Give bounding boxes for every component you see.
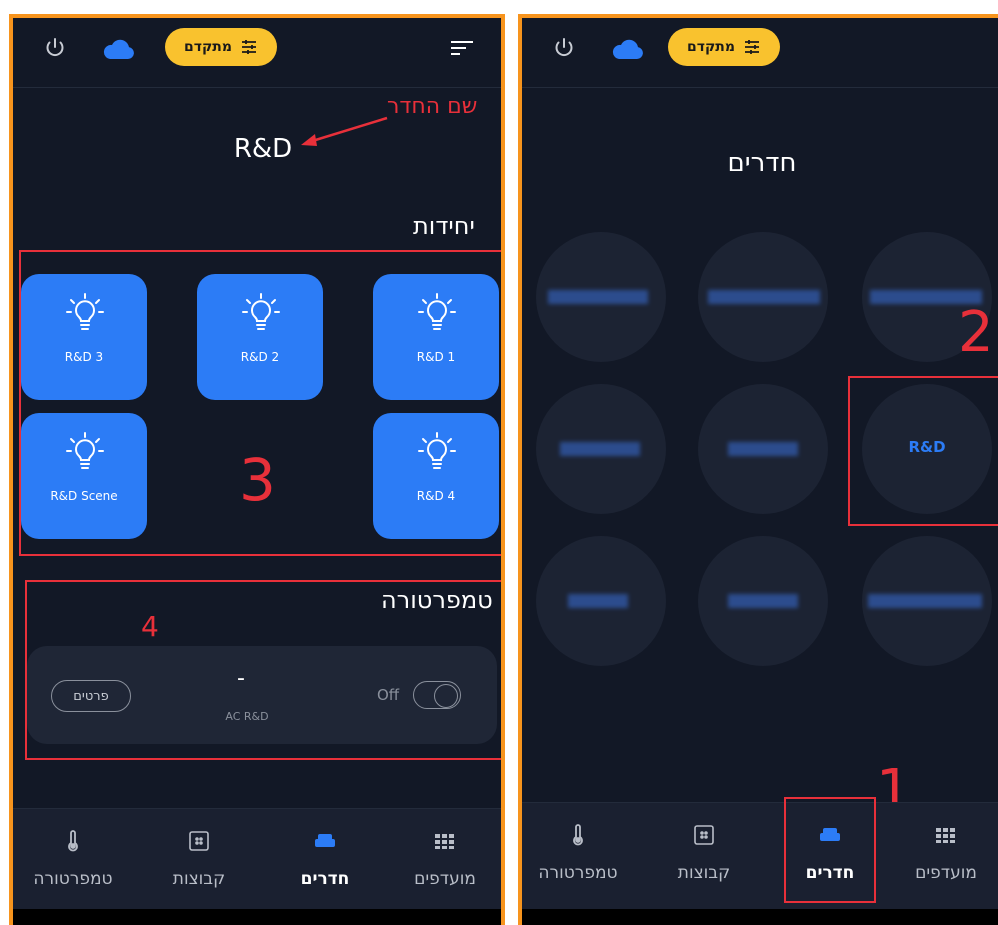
room-tile[interactable]: [698, 536, 828, 666]
ac-power-toggle[interactable]: [413, 681, 461, 709]
ac-state-label: Off: [377, 686, 400, 704]
unit-tile-rd3[interactable]: R&D 3: [21, 274, 147, 400]
nav-temperature-label: טמפרטורה: [33, 869, 113, 889]
power-icon[interactable]: [43, 36, 67, 60]
cloud-icon[interactable]: [101, 38, 135, 60]
ac-temperature-value: -: [237, 666, 245, 691]
lightbulb-icon: [418, 293, 456, 330]
advanced-label: מתקדם: [687, 39, 735, 55]
unit-label: R&D 4: [416, 489, 456, 503]
groups-icon: [694, 825, 714, 845]
lightbulb-icon: [418, 432, 456, 469]
room-tile[interactable]: [536, 384, 666, 514]
rooms-list-screen: מתקדם חדרים R&D 2 1 מועדפים חדרים קבוצות…: [518, 14, 998, 925]
advanced-label: מתקדם: [184, 39, 232, 55]
sofa-icon: [315, 834, 335, 847]
room-name-annotation: שם החדר: [387, 94, 478, 119]
sliders-icon: [744, 40, 759, 54]
nav-groups[interactable]: קבוצות: [139, 809, 259, 917]
advanced-button[interactable]: מתקדם: [668, 28, 780, 66]
nav-temperature[interactable]: טמפרטורה: [522, 803, 638, 911]
grid-icon: [435, 834, 454, 849]
unit-label: R&D 3: [64, 350, 104, 364]
nav-favorites-label: מועדפים: [915, 863, 977, 883]
lightbulb-icon: [66, 432, 104, 469]
annotation-number-4: 4: [141, 610, 159, 643]
room-tile[interactable]: [698, 384, 828, 514]
thermometer-icon: [573, 824, 583, 846]
power-icon[interactable]: [552, 36, 576, 60]
details-button[interactable]: פרטים: [51, 680, 131, 712]
unit-label: R&D 1: [416, 350, 456, 364]
room-name: R&D: [233, 134, 293, 164]
system-bar: [13, 909, 501, 925]
units-section-title: יחידות: [413, 212, 475, 240]
nav-favorites[interactable]: מועדפים: [385, 809, 501, 917]
groups-icon: [189, 831, 209, 851]
nav-favorites[interactable]: מועדפים: [886, 803, 998, 911]
nav-rooms-label: חדרים: [300, 869, 350, 889]
unit-label: R&D 2: [240, 350, 280, 364]
nav-groups[interactable]: קבוצות: [644, 803, 764, 911]
sort-menu-icon[interactable]: [451, 40, 473, 56]
top-bar: מתקדם: [13, 18, 501, 88]
nav-favorites-label: מועדפים: [414, 869, 476, 889]
thermometer-icon: [68, 830, 78, 852]
unit-tile-rd1[interactable]: R&D 1: [373, 274, 499, 400]
ac-name: AC R&D: [225, 710, 269, 723]
room-annotation-box: [848, 376, 998, 526]
nav-rooms[interactable]: חדרים: [265, 809, 385, 917]
nav-groups-label: קבוצות: [677, 863, 731, 883]
bottom-nav: מועדפים חדרים קבוצות טמפרטורה: [522, 797, 998, 911]
annotation-number-2: 2: [958, 300, 994, 365]
unit-label: R&D Scene: [50, 489, 118, 503]
room-tile[interactable]: [536, 232, 666, 362]
cloud-icon[interactable]: [610, 38, 644, 60]
nav-temperature-label: טמפרטורה: [538, 863, 618, 883]
room-tile[interactable]: [536, 536, 666, 666]
nav-groups-label: קבוצות: [172, 869, 226, 889]
annotation-number-3: 3: [239, 446, 276, 514]
unit-tile-rd-scene[interactable]: R&D Scene: [21, 413, 147, 539]
nav-temperature[interactable]: טמפרטורה: [13, 809, 133, 917]
sliders-icon: [241, 40, 256, 54]
grid-icon: [936, 828, 955, 843]
room-detail-screen: מתקדם שם החדר R&D יחידות R&D 1 R&D 2 R&D…: [9, 14, 505, 925]
lightbulb-icon: [66, 293, 104, 330]
bottom-nav: מועדפים חדרים קבוצות טמפרטורה: [13, 808, 501, 916]
temperature-section-title: טמפרטורה: [381, 586, 493, 614]
top-bar: מתקדם: [522, 18, 998, 88]
unit-tile-rd4[interactable]: R&D 4: [373, 413, 499, 539]
room-tile[interactable]: [862, 536, 992, 666]
nav-annotation-box: [784, 797, 876, 903]
lightbulb-icon: [242, 293, 280, 330]
room-tile[interactable]: [698, 232, 828, 362]
ac-card: פרטים - AC R&D Off: [27, 646, 497, 744]
unit-tile-rd2[interactable]: R&D 2: [197, 274, 323, 400]
advanced-button[interactable]: מתקדם: [165, 28, 277, 66]
rooms-page-title: חדרים: [727, 148, 797, 178]
system-bar: [522, 909, 998, 925]
